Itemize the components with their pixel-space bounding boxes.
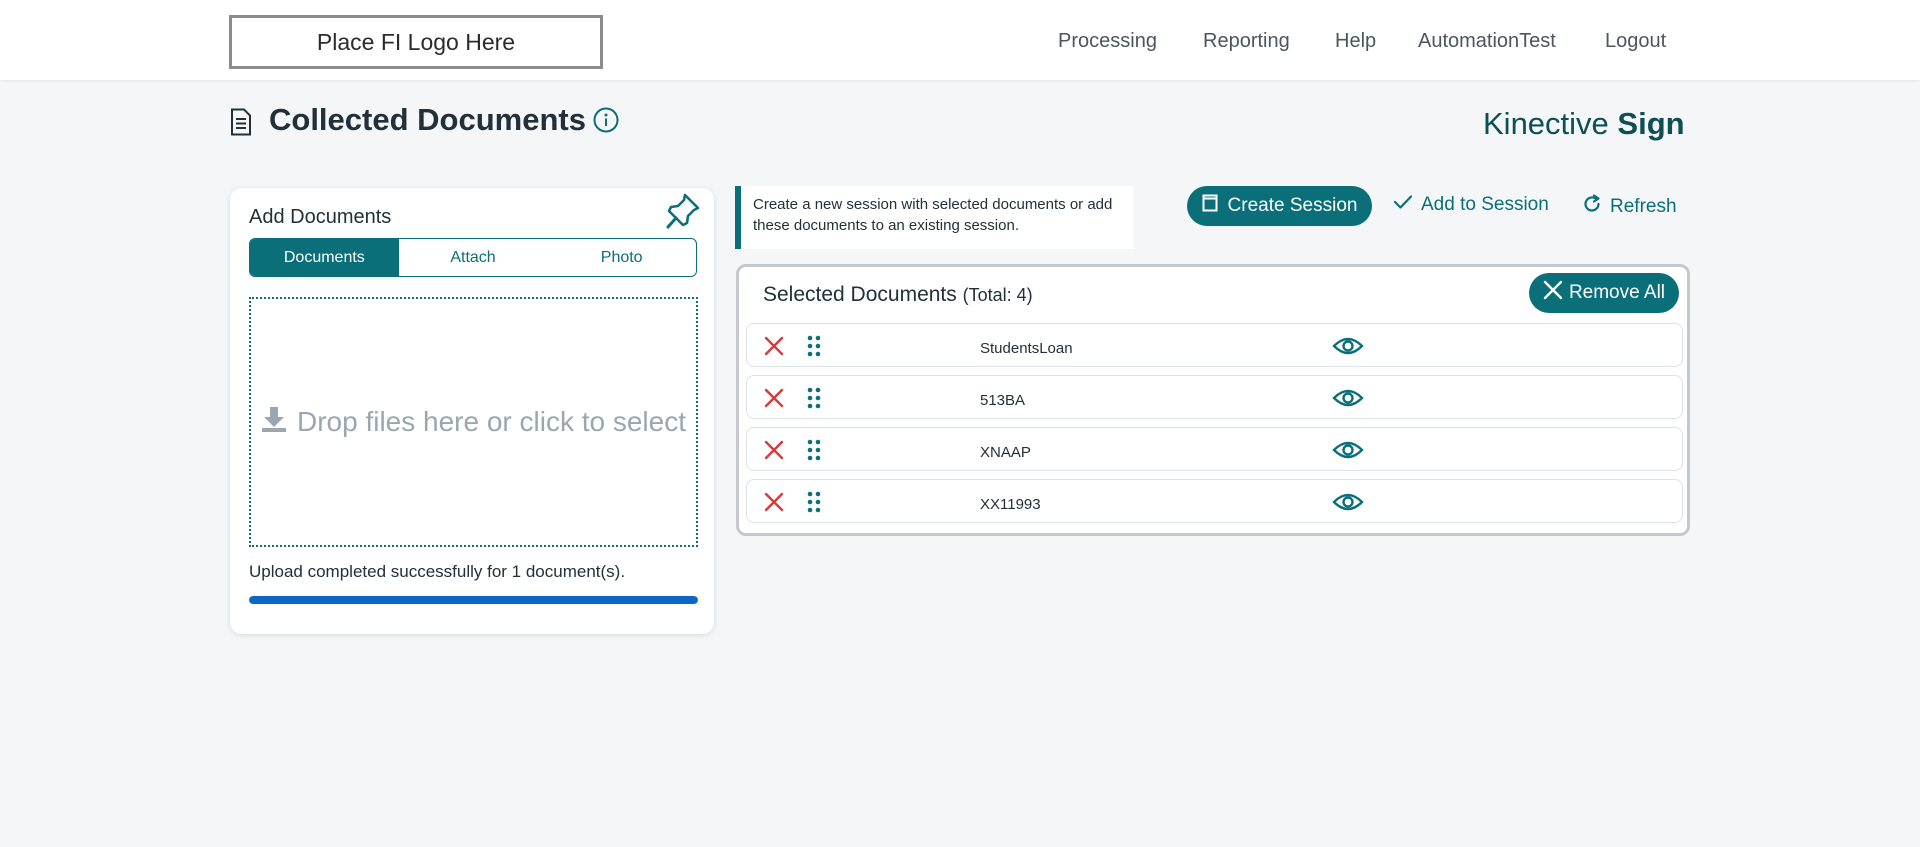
- document-name: XNAAP: [980, 444, 1031, 461]
- document-list-icon: [229, 108, 253, 141]
- checkmark-icon: [1393, 194, 1413, 216]
- document-row: StudentsLoan: [746, 323, 1683, 367]
- drag-handle-icon[interactable]: [807, 439, 821, 466]
- remove-document-icon[interactable]: [764, 388, 784, 413]
- selected-title-text: Selected Documents: [763, 283, 957, 306]
- session-info-banner: Create a new session with selected docum…: [735, 186, 1133, 249]
- tab-photo[interactable]: Photo: [547, 239, 696, 276]
- preview-eye-icon[interactable]: [1332, 440, 1364, 465]
- nav-reporting[interactable]: Reporting: [1203, 30, 1290, 53]
- pin-icon[interactable]: [665, 192, 701, 235]
- refresh-button[interactable]: Refresh: [1582, 194, 1677, 220]
- preview-eye-icon[interactable]: [1332, 336, 1364, 361]
- remove-all-button[interactable]: Remove All: [1529, 273, 1679, 313]
- nav-processing[interactable]: Processing: [1058, 30, 1157, 53]
- kinective-sign-brand: Kinective Sign: [1483, 106, 1685, 142]
- page-title: Collected Documents: [269, 102, 586, 137]
- add-to-session-label: Add to Session: [1421, 194, 1549, 215]
- document-name: 513BA: [980, 392, 1026, 409]
- close-icon: [1543, 280, 1563, 306]
- document-row: 513BA: [746, 375, 1683, 419]
- refresh-icon: [1582, 194, 1602, 220]
- create-session-label: Create Session: [1227, 195, 1358, 216]
- create-session-button[interactable]: Create Session: [1187, 186, 1372, 226]
- refresh-label: Refresh: [1610, 196, 1677, 217]
- remove-document-icon[interactable]: [764, 492, 784, 517]
- nav-automationtest[interactable]: AutomationTest: [1418, 30, 1556, 53]
- nav-logout[interactable]: Logout: [1605, 30, 1666, 53]
- drag-handle-icon[interactable]: [807, 387, 821, 414]
- tab-documents[interactable]: Documents: [250, 239, 399, 276]
- selected-documents-title: Selected Documents (Total: 4): [763, 283, 1033, 307]
- upload-progress-bar: [249, 596, 698, 604]
- upload-progress-fill: [249, 596, 698, 604]
- upload-status-text: Upload completed successfully for 1 docu…: [249, 562, 626, 581]
- brand-light: Kinective: [1483, 106, 1609, 141]
- document-row: XNAAP: [746, 427, 1683, 471]
- remove-document-icon[interactable]: [764, 336, 784, 361]
- preview-eye-icon[interactable]: [1332, 388, 1364, 413]
- document-row: XX11993: [746, 479, 1683, 523]
- main-nav: Processing Reporting Help AutomationTest…: [0, 0, 1920, 80]
- document-source-tabs: Documents Attach Photo: [249, 238, 697, 277]
- drag-handle-icon[interactable]: [807, 491, 821, 518]
- info-icon[interactable]: [593, 107, 619, 138]
- selected-documents-panel: Selected Documents (Total: 4) Remove All…: [736, 264, 1690, 536]
- add-documents-title: Add Documents: [249, 206, 392, 228]
- new-document-icon: [1202, 194, 1218, 218]
- brand-bold: Sign: [1617, 106, 1685, 141]
- document-name: StudentsLoan: [980, 340, 1073, 357]
- document-name: XX11993: [980, 496, 1041, 513]
- file-dropzone[interactable]: Drop files here or click to select: [249, 297, 698, 547]
- tab-attach[interactable]: Attach: [399, 239, 548, 276]
- add-documents-card: Add Documents Documents Attach Photo Dro…: [230, 188, 714, 634]
- remove-document-icon[interactable]: [764, 440, 784, 465]
- dropzone-text: Drop files here or click to select: [296, 406, 687, 437]
- nav-help[interactable]: Help: [1335, 30, 1376, 53]
- download-icon: [261, 405, 287, 440]
- preview-eye-icon[interactable]: [1332, 492, 1364, 517]
- selected-total-count: (Total: 4): [962, 285, 1033, 305]
- drag-handle-icon[interactable]: [807, 335, 821, 362]
- remove-all-label: Remove All: [1568, 282, 1666, 303]
- top-navigation-bar: Place FI Logo Here Processing Reporting …: [0, 0, 1920, 80]
- add-to-session-button[interactable]: Add to Session: [1393, 194, 1549, 216]
